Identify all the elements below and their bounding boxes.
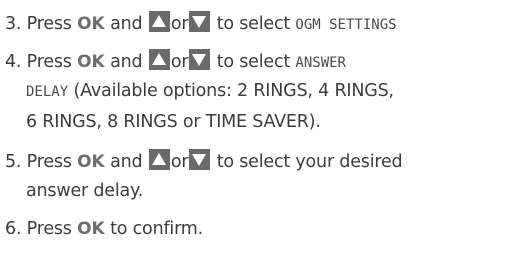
step-text: Press: [26, 14, 72, 34]
step-number: 6.: [5, 219, 22, 239]
step-4-continuation: 6 RINGS, 8 RINGS or TIME SAVER).: [26, 111, 321, 133]
up-arrow-icon: [148, 149, 170, 170]
step-text: or: [170, 152, 189, 172]
step-text: or: [170, 52, 189, 72]
step-6: 6. Press OK to confirm.: [5, 218, 203, 240]
step-text: to select: [216, 52, 291, 72]
down-arrow-icon: [189, 11, 211, 32]
ok-key-label: OK: [77, 52, 105, 72]
step-number: 5.: [5, 152, 22, 172]
step-text: or: [170, 14, 189, 34]
step-text: 6 RINGS, 8 RINGS or TIME SAVER).: [26, 112, 321, 132]
ok-key-label: OK: [77, 219, 105, 239]
step-text: and: [110, 14, 143, 34]
step-5: 5. Press OK and or to select your desire…: [5, 149, 403, 173]
menu-option-code: OGM SETTINGS: [295, 17, 397, 33]
step-4-continuation: DELAY (Available options: 2 RINGS, 4 RIN…: [26, 80, 394, 103]
step-text: to confirm.: [110, 219, 203, 239]
ok-key-label: OK: [77, 152, 105, 172]
up-arrow-icon: [148, 49, 170, 70]
ok-key-label: OK: [77, 14, 105, 34]
up-arrow-icon: [148, 11, 170, 32]
step-text: Press: [26, 52, 72, 72]
step-text: and: [110, 152, 143, 172]
step-text: Press: [26, 152, 72, 172]
step-number: 3.: [5, 14, 22, 34]
step-text: to select your desired: [216, 152, 403, 172]
step-text: Press: [26, 219, 72, 239]
step-text: answer delay.: [26, 181, 144, 201]
step-text: to select: [216, 14, 291, 34]
step-3: 3. Press OK and or to select OGM SETTING…: [5, 11, 397, 36]
step-number: 4.: [5, 52, 22, 72]
step-5-continuation: answer delay.: [26, 180, 143, 202]
down-arrow-icon: [189, 49, 211, 70]
menu-option-code: DELAY: [26, 84, 69, 100]
step-text: (Available options: 2 RINGS, 4 RINGS,: [73, 81, 395, 101]
down-arrow-icon: [189, 149, 211, 170]
step-text: and: [110, 52, 143, 72]
menu-option-code: ANSWER: [295, 55, 346, 71]
step-4: 4. Press OK and or to select ANSWER: [5, 49, 346, 74]
instruction-list: 3. Press OK and or to select OGM SETTING…: [0, 0, 512, 261]
